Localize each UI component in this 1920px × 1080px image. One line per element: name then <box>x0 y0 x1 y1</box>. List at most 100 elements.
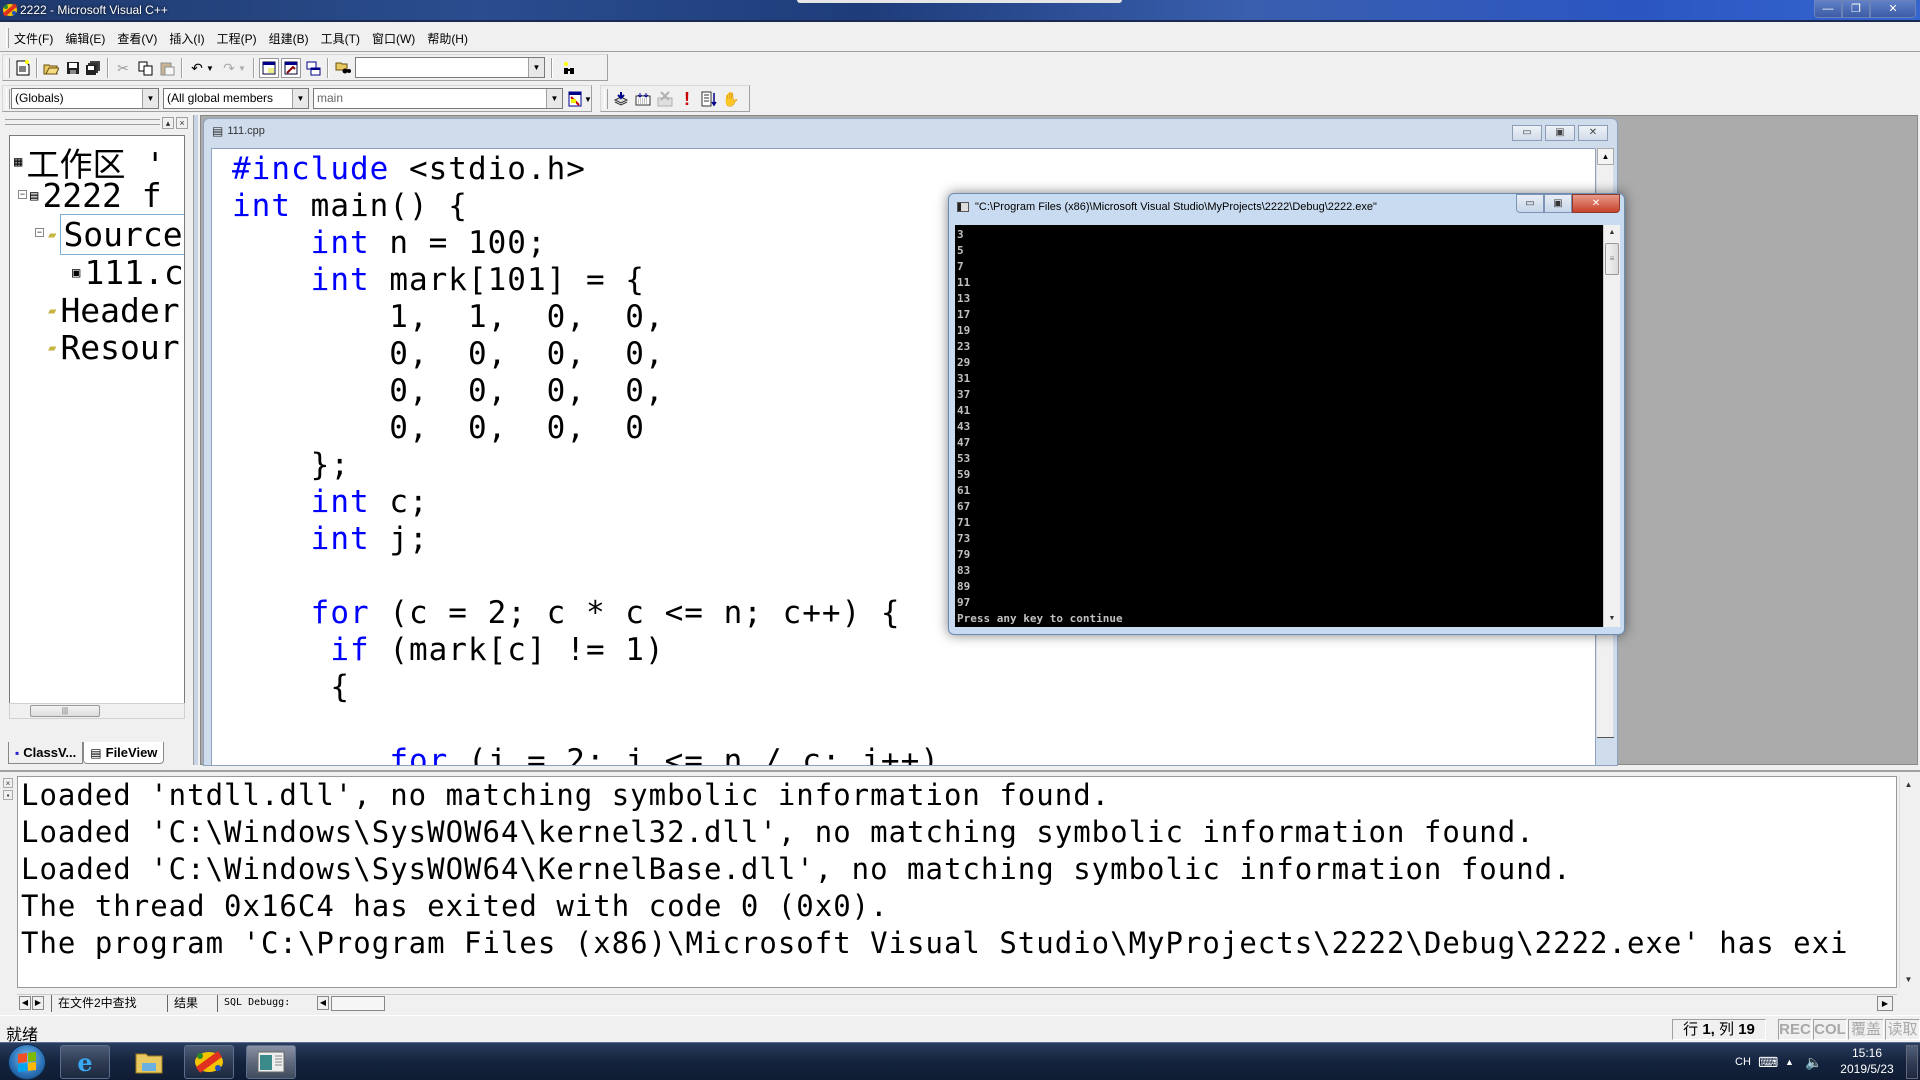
tree-item-header-files[interactable]: ▰ Header <box>48 291 180 330</box>
output-panel-restore-button[interactable]: ▪ <box>3 790 13 800</box>
members-combo[interactable]: main ▼ <box>313 88 563 109</box>
tab-results[interactable]: 结果 <box>167 995 204 1012</box>
console-output-area[interactable]: 3 5 7 11 13 17 19 23 29 31 37 41 43 47 53 59 61 67 71 73 79 8… <box>955 225 1603 627</box>
build-button[interactable] <box>633 89 653 109</box>
stop-build-button[interactable] <box>655 89 675 109</box>
editor-restore-button[interactable]: ▣ <box>1545 125 1575 141</box>
menu-view[interactable]: 查看(V) <box>115 30 159 47</box>
scroll-down-button[interactable]: ▼ <box>1604 611 1620 627</box>
output-vscrollbar[interactable]: ▲ ▼ <box>1899 776 1916 988</box>
scroll-up-button[interactable]: ▲ <box>1604 225 1620 241</box>
file-tree-hscrollbar[interactable]: ||| <box>9 703 185 719</box>
class-combo[interactable]: (Globals) ▼ <box>11 88 159 109</box>
breakpoint-button[interactable]: ✋ <box>721 89 741 109</box>
find-button[interactable] <box>559 58 579 78</box>
execute-button[interactable]: ! <box>677 89 697 109</box>
tab-sql-debugging[interactable]: SQL Debugg: <box>217 995 296 1012</box>
workspace-panel-close-button[interactable]: × <box>176 117 188 129</box>
show-desktop-button[interactable] <box>1906 1045 1918 1079</box>
cut-button[interactable]: ✂ <box>113 58 133 78</box>
find-combo[interactable]: ▼ <box>355 57 545 78</box>
console-close-button[interactable]: ✕ <box>1572 194 1620 213</box>
window-list-button[interactable] <box>303 58 323 78</box>
menu-insert[interactable]: 插入(I) <box>167 30 206 47</box>
toolbar-grip[interactable] <box>6 58 10 78</box>
compile-button[interactable] <box>611 89 631 109</box>
paste-button[interactable] <box>157 58 177 78</box>
hscroll-right-button[interactable]: ▶ <box>1877 996 1893 1011</box>
menu-build[interactable]: 组建(B) <box>267 30 311 47</box>
ime-indicator[interactable]: CH <box>1735 1043 1751 1080</box>
menu-file[interactable]: 文件(F) <box>12 30 55 47</box>
workspace-panel-maximize-button[interactable]: ▴ <box>162 117 174 129</box>
scroll-down-button[interactable]: ▼ <box>1900 971 1917 988</box>
find-combo-dropdown[interactable]: ▼ <box>528 58 544 77</box>
taskbar-file-explorer[interactable] <box>124 1045 174 1079</box>
show-hidden-icons-button[interactable]: ▲ <box>1785 1043 1794 1080</box>
workspace-panel-gripper[interactable] <box>5 119 160 125</box>
toolbar-grip[interactable] <box>604 89 608 109</box>
filter-combo-dropdown[interactable]: ▼ <box>292 89 308 108</box>
save-all-button[interactable] <box>83 58 103 78</box>
tab-scroll-left-button[interactable]: ◀ <box>19 996 31 1010</box>
console-maximize-button[interactable]: ▣ <box>1544 194 1572 213</box>
menu-edit[interactable]: 编辑(E) <box>63 30 107 47</box>
menu-grip[interactable] <box>6 28 9 48</box>
output-hscroll-thumb[interactable] <box>331 996 385 1011</box>
tab-fileview[interactable]: ▤ FileView <box>83 742 165 764</box>
tab-scroll-right-button[interactable]: ▶ <box>32 996 44 1010</box>
wizard-action-button[interactable] <box>565 89 585 109</box>
start-button[interactable] <box>8 1044 46 1080</box>
scroll-thumb[interactable]: ≡ <box>1605 243 1619 275</box>
editor-close-button[interactable]: ✕ <box>1578 125 1608 141</box>
copy-button[interactable] <box>135 58 155 78</box>
scroll-up-button[interactable]: ▲ <box>1597 148 1614 165</box>
wizard-action-dropdown[interactable]: ▼ <box>583 89 593 109</box>
output-panel-close-button[interactable]: × <box>3 778 13 788</box>
workspace-splitter[interactable] <box>190 115 200 765</box>
class-combo-dropdown[interactable]: ▼ <box>142 89 158 108</box>
keyboard-icon[interactable]: ⌨ <box>1758 1043 1778 1080</box>
close-button[interactable]: ✕ <box>1870 0 1916 18</box>
tree-item-project[interactable]: ▤ 2222 f <box>30 176 162 215</box>
tree-item-resource-files[interactable]: ▰ Resour <box>48 328 180 367</box>
tree-collapse-toggle[interactable]: − <box>18 190 27 199</box>
tree-collapse-toggle[interactable]: − <box>35 228 44 237</box>
workspace-toggle-button[interactable] <box>259 58 279 78</box>
new-file-button[interactable] <box>13 58 33 78</box>
scroll-up-button[interactable]: ▲ <box>1900 776 1917 793</box>
tab-classview[interactable]: ▪ ClassV... <box>8 742 84 764</box>
menu-window[interactable]: 窗口(W) <box>370 30 417 47</box>
output-text-area[interactable]: Loaded 'ntdll.dll', no matching symbolic… <box>17 776 1897 988</box>
redo-button[interactable]: ↷ <box>219 58 239 78</box>
console-vscrollbar[interactable]: ▲ ≡ ▼ <box>1603 225 1620 627</box>
members-combo-dropdown[interactable]: ▼ <box>546 89 562 108</box>
hscroll-left-button[interactable]: ◀ <box>317 996 329 1010</box>
menu-project[interactable]: 工程(P) <box>215 30 259 47</box>
toolbar-grip[interactable] <box>6 89 10 109</box>
restore-button[interactable]: ❐ <box>1842 0 1870 18</box>
taskbar-visual-cpp[interactable] <box>184 1045 234 1079</box>
undo-dropdown[interactable]: ▼ <box>205 58 215 78</box>
open-button[interactable] <box>41 58 61 78</box>
menu-tools[interactable]: 工具(T) <box>319 30 362 47</box>
output-toggle-button[interactable] <box>281 58 301 78</box>
tab-find-in-files-2[interactable]: 在文件2中查找 <box>51 995 143 1012</box>
save-button[interactable] <box>63 58 83 78</box>
minimize-button[interactable]: — <box>1814 0 1842 18</box>
redo-dropdown[interactable]: ▼ <box>237 58 247 78</box>
volume-icon[interactable]: 🔈 <box>1805 1043 1822 1080</box>
scroll-down-button[interactable] <box>1597 721 1614 738</box>
filter-combo[interactable]: (All global members ▼ <box>163 88 309 109</box>
taskbar-console-window[interactable] <box>246 1045 296 1079</box>
menu-help[interactable]: 帮助(H) <box>425 30 470 47</box>
find-in-files-button[interactable] <box>333 58 353 78</box>
tree-item-source-files[interactable]: ▰ Source <box>48 214 184 255</box>
editor-minimize-button[interactable]: ▭ <box>1512 125 1542 141</box>
undo-button[interactable]: ↶ <box>187 58 207 78</box>
scroll-thumb[interactable]: ||| <box>30 705 100 717</box>
console-minimize-button[interactable]: ▭ <box>1516 194 1544 213</box>
clock[interactable]: 15:16 2019/5/23 <box>1832 1045 1902 1077</box>
taskbar-internet-explorer[interactable]: e <box>60 1045 110 1079</box>
tree-item-111-cpp[interactable]: ▣ 111.c <box>72 253 184 292</box>
